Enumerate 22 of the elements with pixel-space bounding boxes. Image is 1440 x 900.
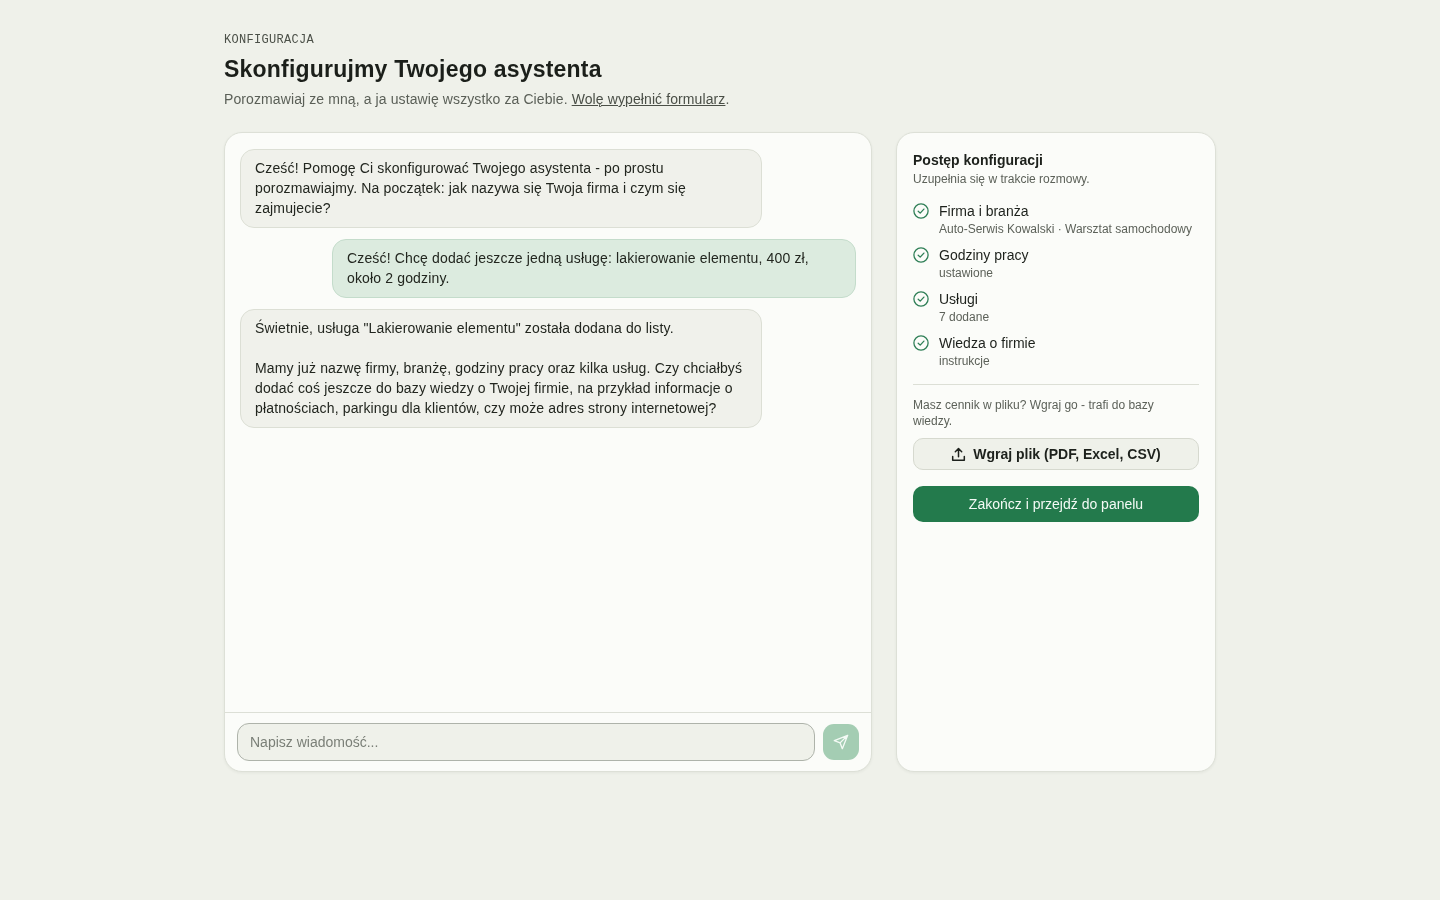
upload-note: Masz cennik w pliku? Wgraj go - trafi do bazy wiedzy. — [913, 397, 1155, 429]
progress-item-detail: instrukcje — [939, 353, 991, 369]
upload-icon — [951, 446, 967, 462]
progress-item-detail: Auto-Serwis Kowalski · Warsztat samochodowy — [939, 221, 1192, 237]
progress-item-label: Godziny pracy — [939, 246, 1029, 264]
progress-item-detail: 7 dodane — [939, 309, 990, 325]
upload-button[interactable]: Wgraj plik (PDF, Excel, CSV) — [913, 438, 1199, 470]
message-input[interactable]: Napisz wiadomość... — [237, 723, 815, 761]
progress-item-label: Wiedza o firmie — [939, 334, 1036, 352]
progress-title: Postęp konfiguracji — [913, 151, 1044, 169]
user-message: Cześć! Chcę dodać jeszcze jedną usługę: lakierowanie elementu, 400 zł, około 2 godziny. — [332, 239, 856, 298]
progress-item-detail: ustawione — [939, 265, 995, 281]
progress-subtitle: Uzupełnia się w trakcie rozmowy. — [913, 171, 1091, 187]
finish-button[interactable]: Zakończ i przejdź do panelu — [913, 486, 1199, 522]
progress-item-label: Firma i branża — [939, 202, 1030, 220]
page-title: Skonfigurujmy Twojego asystenta — [224, 55, 602, 84]
assistant-message: Cześć! Pomogę Ci skonfigurować Twojego asystenta - po prostu porozmawiajmy. Na początek: jak nazywa się Twoja firma i czym się zajmujecie? — [240, 149, 762, 228]
section-eyebrow: KONFIGURACJA — [224, 32, 314, 48]
assistant-message: Świetnie, usługa "Lakierowanie elementu" została dodana do listy. Mamy już nazwę firmy, branżę, godziny pracy oraz kilka usług. Czy chciałbyś dodać coś jeszcze do bazy wiedzy o Twojej firmie, na przykład informacje o płatnościach, parkingu dla klientów, czy może adres strony internetowej? — [240, 309, 762, 428]
progress-item-label: Usługi — [939, 290, 979, 308]
page-subtitle: Porozmawiaj ze mną, a ja ustawię wszystko za Ciebie. Wolę wypełnić formularz. — [224, 90, 730, 109]
send-icon — [833, 734, 849, 750]
